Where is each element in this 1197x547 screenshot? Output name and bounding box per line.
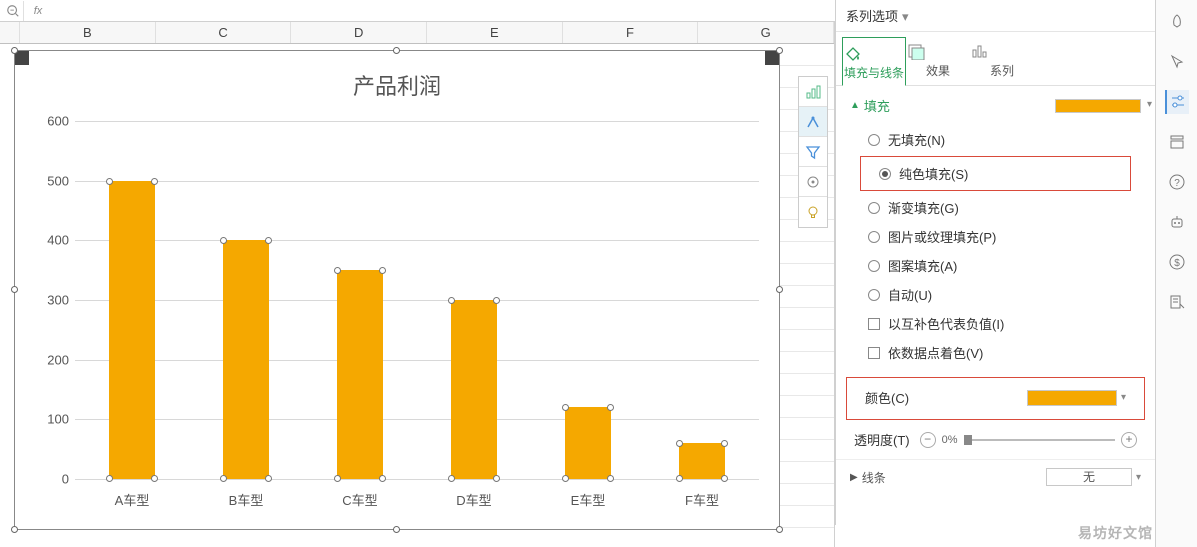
col-header[interactable]: E [427, 22, 563, 43]
formula-input[interactable] [52, 2, 835, 20]
right-icon-rail: ? $ [1155, 0, 1197, 547]
y-tick-label: 300 [35, 293, 69, 308]
opt-no-fill[interactable]: 无填充(N) [850, 125, 1141, 154]
help-icon[interactable]: ? [1165, 170, 1189, 194]
y-tick-label: 400 [35, 233, 69, 248]
bar[interactable] [223, 240, 269, 479]
watermark: 易坊好文馆 [1078, 523, 1153, 543]
triangle-down-icon: ▲ [850, 100, 860, 111]
robot-icon[interactable] [1165, 210, 1189, 234]
color-swatch[interactable] [1027, 390, 1117, 406]
formula-bar: fx [0, 0, 835, 22]
color-picker-row[interactable]: 颜色(C) ▾ [847, 378, 1144, 417]
fx-label: fx [26, 5, 50, 17]
transparency-label: 透明度(T) [854, 430, 910, 449]
x-tick-label: C车型 [305, 490, 415, 509]
x-tick-label: D车型 [419, 490, 529, 509]
chart-filter-icon[interactable] [799, 137, 827, 167]
bar[interactable] [451, 300, 497, 479]
decrease-button[interactable]: − [920, 432, 936, 448]
bar[interactable] [337, 270, 383, 479]
svg-text:$: $ [1174, 258, 1180, 269]
chart-idea-icon[interactable] [799, 197, 827, 227]
x-tick-label: F车型 [647, 490, 757, 509]
y-tick-label: 0 [35, 472, 69, 487]
increase-button[interactable]: + [1121, 432, 1137, 448]
chart-settings-icon[interactable] [799, 167, 827, 197]
chart-elements-icon[interactable] [799, 77, 827, 107]
bar[interactable] [565, 407, 611, 479]
chevron-down-icon[interactable]: ▾ [1121, 392, 1126, 403]
col-header[interactable]: F [563, 22, 699, 43]
sheet-area: B C D E F G 产品利润 0100200300400500600A车型B… [0, 22, 835, 547]
chart-object[interactable]: 产品利润 0100200300400500600A车型B车型C车型D车型E车型F… [14, 50, 780, 530]
check-invert-negative[interactable]: 以互补色代表负值(I) [850, 309, 1141, 338]
tab-series[interactable]: 系列 [970, 36, 1034, 85]
properties-panel: 属性▾ ⇱ ✕ 系列选项▾ 填充与线条 效果 系列 [835, 0, 1155, 525]
x-tick-label: A车型 [77, 490, 187, 509]
chart-title[interactable]: 产品利润 [15, 51, 779, 101]
opt-auto-fill[interactable]: 自动(U) [850, 280, 1141, 309]
opt-solid-fill[interactable]: 纯色填充(S) [861, 159, 1130, 188]
col-header[interactable]: D [291, 22, 427, 43]
transparency-slider[interactable] [964, 439, 1115, 441]
line-style-select[interactable]: 无 [1046, 468, 1132, 486]
y-tick-label: 600 [35, 114, 69, 129]
bar[interactable] [679, 443, 725, 479]
name-box-dropdown[interactable] [2, 1, 24, 21]
bar[interactable] [109, 181, 155, 479]
prop-tabs: 填充与线条 效果 系列 [836, 32, 1155, 86]
fill-section-header[interactable]: ▲ 填充 [850, 96, 1141, 115]
tab-fill-line[interactable]: 填充与线条 [842, 37, 906, 86]
chart-style-icon[interactable] [799, 107, 827, 137]
x-tick-label: E车型 [533, 490, 643, 509]
row-header-corner[interactable] [0, 22, 20, 43]
paint-bucket-icon [843, 44, 905, 64]
cursor-icon[interactable] [1165, 50, 1189, 74]
col-header[interactable]: B [20, 22, 156, 43]
transparency-value: 0% [942, 434, 958, 446]
currency-icon[interactable]: $ [1165, 250, 1189, 274]
chart-plot-area[interactable]: 0100200300400500600A车型B车型C车型D车型E车型F车型 [75, 121, 759, 479]
chevron-down-icon[interactable]: ▾ [1136, 472, 1141, 483]
series-selector[interactable]: 系列选项▾ [836, 0, 1155, 32]
series-icon [970, 42, 1034, 62]
opt-gradient-fill[interactable]: 渐变填充(G) [850, 193, 1141, 222]
y-tick-label: 200 [35, 352, 69, 367]
chart-tool-strip [798, 76, 828, 228]
opt-picture-fill[interactable]: 图片或纹理填充(P) [850, 222, 1141, 251]
opt-pattern-fill[interactable]: 图案填充(A) [850, 251, 1141, 280]
triangle-right-icon: ▶ [850, 472, 858, 483]
effect-icon [906, 42, 970, 62]
col-header[interactable]: C [156, 22, 292, 43]
line-section[interactable]: ▶ 线条 无 ▾ [836, 459, 1155, 494]
settings-slider-icon[interactable] [1165, 90, 1189, 114]
layout-icon[interactable] [1165, 130, 1189, 154]
rocket-icon[interactable] [1165, 10, 1189, 34]
form-icon[interactable] [1165, 290, 1189, 314]
transparency-row: 透明度(T) − 0% + [836, 420, 1155, 459]
x-tick-label: B车型 [191, 490, 301, 509]
svg-text:?: ? [1174, 178, 1180, 189]
tab-effect[interactable]: 效果 [906, 36, 970, 85]
check-vary-by-point[interactable]: 依数据点着色(V) [850, 338, 1141, 367]
column-headers: B C D E F G [0, 22, 834, 44]
fill-preview-swatch[interactable] [1055, 99, 1141, 113]
y-tick-label: 500 [35, 173, 69, 188]
col-header[interactable]: G [698, 22, 834, 43]
y-tick-label: 100 [35, 412, 69, 427]
